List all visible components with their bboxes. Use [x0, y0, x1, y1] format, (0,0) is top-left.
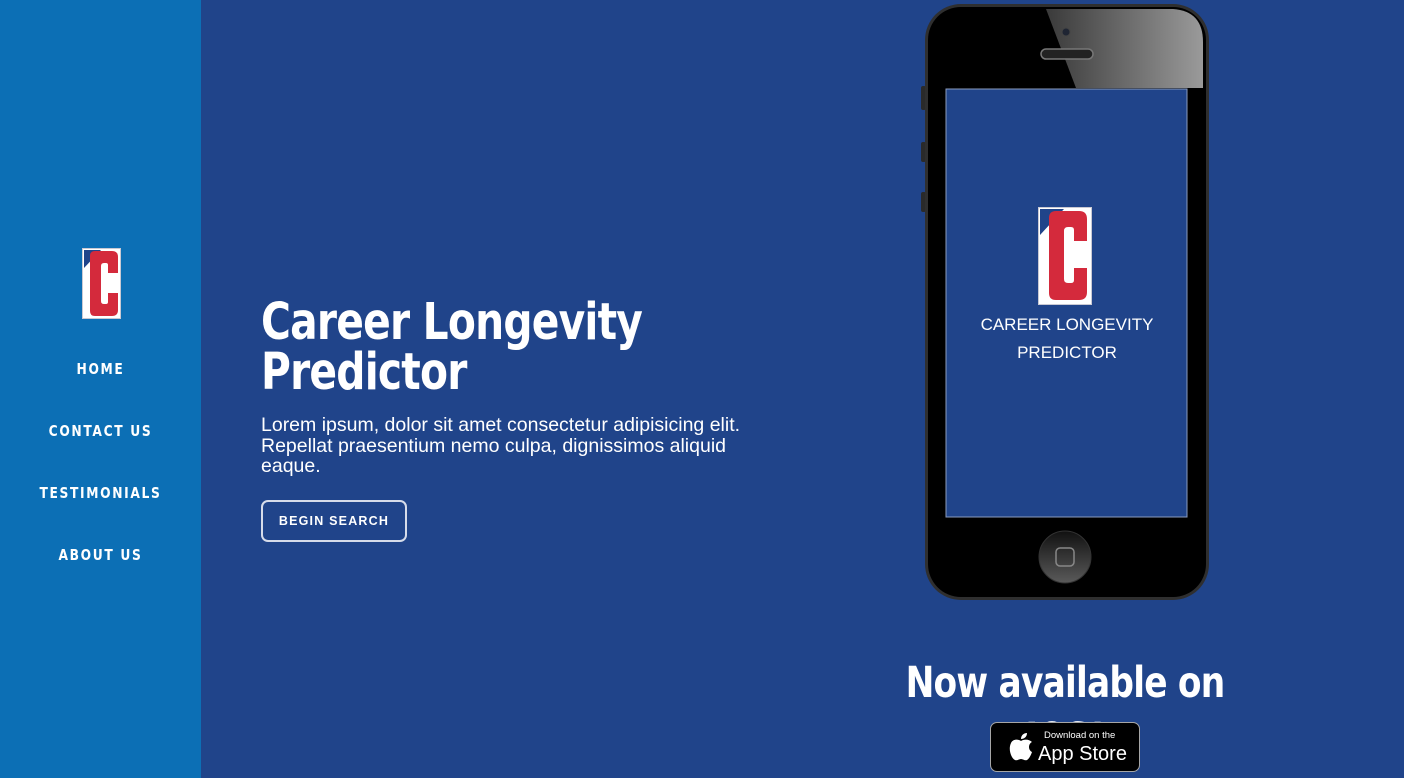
hero-title: Career Longevity Predictor	[261, 297, 677, 398]
app-store-big-text: App Store	[1038, 743, 1127, 765]
phone-screen-title-line2: PREDICTOR	[1017, 343, 1117, 362]
logo-icon[interactable]	[82, 248, 121, 319]
phone-mockup: CAREER LONGEVITY PREDICTOR	[921, 4, 1209, 600]
nav-about-us[interactable]: ABOUT US	[18, 546, 183, 564]
sidebar: HOME CONTACT US TESTIMONIALS ABOUT US	[0, 0, 201, 778]
apple-icon	[1009, 733, 1032, 761]
nav-home[interactable]: HOME	[18, 360, 183, 378]
phone-screen-title-line1: CAREER LONGEVITY	[981, 315, 1154, 334]
hero-title-line2: Predictor	[261, 343, 467, 402]
begin-search-button[interactable]: BEGIN SEARCH	[261, 500, 407, 542]
app-store-small-text: Download on the	[1044, 730, 1116, 741]
hero-description: Lorem ipsum, dolor sit amet consectetur …	[261, 414, 741, 477]
nav-contact-us[interactable]: CONTACT US	[18, 422, 183, 440]
nav-testimonials[interactable]: TESTIMONIALS	[18, 484, 183, 502]
app-store-badge[interactable]: Download on the App Store	[990, 722, 1140, 772]
